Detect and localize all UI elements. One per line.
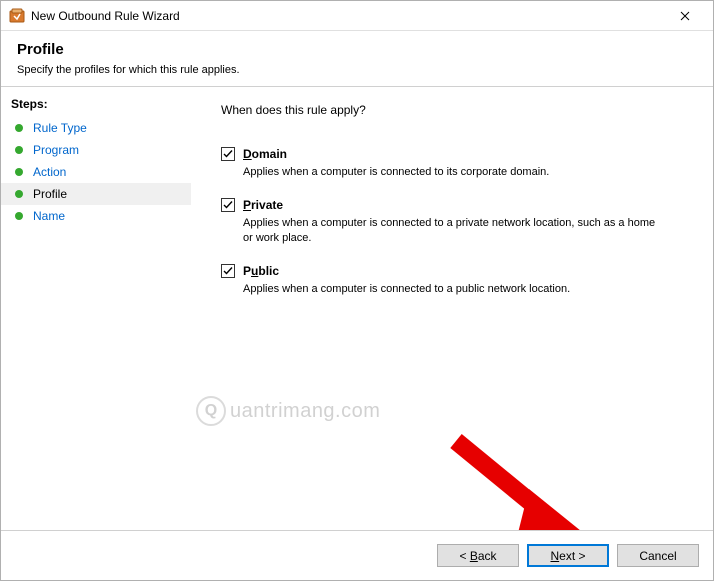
page-title: Profile bbox=[17, 41, 697, 58]
step-profile[interactable]: Profile bbox=[1, 183, 191, 205]
step-label: Profile bbox=[33, 187, 67, 201]
step-name[interactable]: Name bbox=[1, 205, 191, 227]
option-label: Public bbox=[243, 264, 279, 278]
option-label: Private bbox=[243, 198, 283, 212]
titlebar: New Outbound Rule Wizard bbox=[1, 1, 713, 31]
step-bullet-icon bbox=[15, 124, 23, 132]
close-icon bbox=[680, 11, 690, 21]
checkbox-public[interactable] bbox=[221, 264, 235, 278]
close-button[interactable] bbox=[665, 2, 705, 30]
wizard-footer: < Back Next > Cancel bbox=[1, 530, 713, 580]
option-description: Applies when a computer is connected to … bbox=[243, 216, 663, 246]
profile-option-private: Private Applies when a computer is connec… bbox=[221, 198, 687, 246]
step-label: Name bbox=[33, 209, 65, 223]
page-subtitle: Specify the profiles for which this rule… bbox=[17, 64, 697, 76]
wizard-header: Profile Specify the profiles for which t… bbox=[1, 31, 713, 86]
profile-option-domain: Domain Applies when a computer is connect… bbox=[221, 147, 687, 180]
steps-heading: Steps: bbox=[1, 93, 191, 117]
cancel-button[interactable]: Cancel bbox=[617, 544, 699, 567]
option-label: Domain bbox=[243, 147, 287, 161]
step-rule-type[interactable]: Rule Type bbox=[1, 117, 191, 139]
step-program[interactable]: Program bbox=[1, 139, 191, 161]
step-bullet-icon bbox=[15, 146, 23, 154]
step-label: Action bbox=[33, 165, 66, 179]
option-description: Applies when a computer is connected to … bbox=[243, 165, 663, 180]
next-button[interactable]: Next > bbox=[527, 544, 609, 567]
step-action[interactable]: Action bbox=[1, 161, 191, 183]
back-button[interactable]: < Back bbox=[437, 544, 519, 567]
wizard-body: Steps: Rule Type Program Action Profile Name… bbox=[1, 86, 713, 534]
option-description: Applies when a computer is connected to … bbox=[243, 282, 663, 297]
content-panel: When does this rule apply? Domain Applies… bbox=[191, 87, 713, 534]
check-icon bbox=[223, 149, 233, 159]
profile-option-public: Public Applies when a computer is connect… bbox=[221, 264, 687, 297]
step-bullet-icon bbox=[15, 168, 23, 176]
checkbox-domain[interactable] bbox=[221, 147, 235, 161]
step-bullet-icon bbox=[15, 212, 23, 220]
check-icon bbox=[223, 200, 233, 210]
checkbox-private[interactable] bbox=[221, 198, 235, 212]
step-bullet-icon bbox=[15, 190, 23, 198]
app-icon bbox=[9, 8, 25, 24]
steps-sidebar: Steps: Rule Type Program Action Profile Name bbox=[1, 87, 191, 534]
question-text: When does this rule apply? bbox=[221, 103, 687, 117]
step-label: Program bbox=[33, 143, 79, 157]
window-title: New Outbound Rule Wizard bbox=[31, 9, 665, 23]
check-icon bbox=[223, 266, 233, 276]
step-label: Rule Type bbox=[33, 121, 87, 135]
